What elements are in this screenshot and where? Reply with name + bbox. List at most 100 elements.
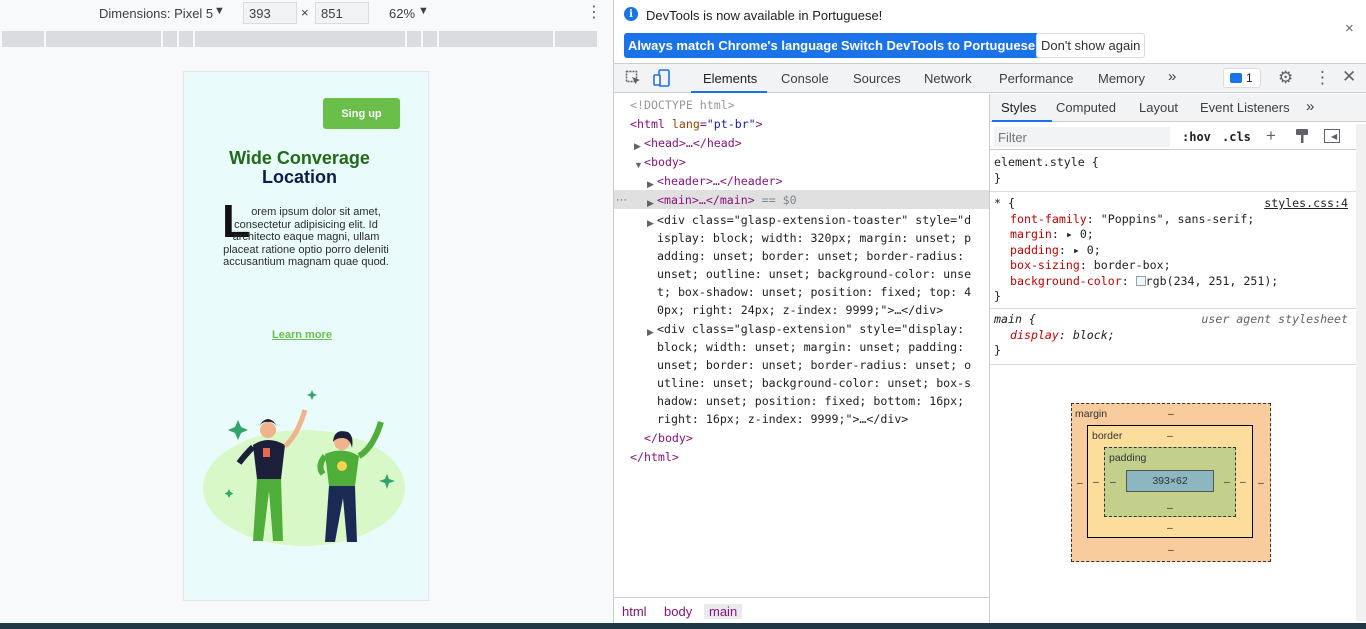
hero-paragraph-text: orem ipsum dolor sit amet, consectetur a… (223, 206, 389, 269)
class-toggle[interactable]: .cls (1222, 130, 1251, 144)
height-input[interactable]: 851 (315, 2, 369, 24)
tab-styles[interactable]: Styles (1001, 100, 1036, 115)
rule-divider (990, 308, 1366, 309)
media-segment[interactable] (423, 31, 437, 47)
styles-sidebar: Styles Computed Layout Event Listeners »… (989, 94, 1366, 623)
expand-triangle-icon[interactable]: ▶ (647, 175, 654, 193)
signup-button[interactable]: Sing up (323, 98, 400, 129)
media-segment[interactable] (179, 31, 193, 47)
breadcrumb-html[interactable]: html (622, 604, 647, 619)
tab-memory[interactable]: Memory (1098, 71, 1145, 86)
learn-more-link[interactable]: Learn more (184, 329, 420, 341)
tab-sources[interactable]: Sources (853, 71, 901, 86)
tab-console[interactable]: Console (781, 71, 829, 86)
device-toolbar-toggle-icon[interactable] (653, 69, 671, 87)
elements-tree[interactable]: ··· <!DOCTYPE html> <html lang="pt-br"> … (614, 94, 989, 597)
tab-layout[interactable]: Layout (1139, 100, 1178, 115)
issues-count: 1 (1246, 71, 1253, 85)
issues-badge[interactable]: 1 (1223, 68, 1261, 88)
zoom-select[interactable]: 62% (389, 6, 415, 21)
gear-icon[interactable]: ⚙ (1278, 68, 1293, 88)
tab-event-listeners[interactable]: Event Listeners (1200, 100, 1290, 115)
styles-filter-row: :hov .cls + ◀ (990, 124, 1366, 150)
media-segment[interactable] (407, 31, 421, 47)
expand-triangle-icon[interactable]: ▶ (634, 137, 641, 155)
close-icon[interactable]: × (1345, 20, 1354, 37)
more-tabs-chevron-icon[interactable]: » (1168, 68, 1176, 85)
devtools-tabbar: Elements Console Sources Network Perform… (614, 63, 1366, 93)
more-options-icon[interactable]: ⋮ (586, 2, 602, 22)
html-node[interactable]: <html lang="pt-br"> (630, 115, 763, 133)
people-waving-illustration (203, 390, 405, 546)
star-rule[interactable]: * { styles.css:4 font-family: "Poppins",… (994, 196, 1348, 305)
tab-network[interactable]: Network (924, 71, 972, 86)
more-subtabs-chevron-icon[interactable]: » (1306, 98, 1314, 115)
html-close-node[interactable]: </html> (630, 448, 679, 466)
tab-performance[interactable]: Performance (999, 71, 1073, 86)
tab-elements[interactable]: Elements (703, 71, 757, 86)
ua-stylesheet-label: user agent stylesheet (1201, 312, 1348, 326)
width-input[interactable]: 393 (243, 2, 297, 24)
device-emulation-pane: Dimensions: Pixel 5 ▼ 393 × 851 62% ▼ ⋮ … (0, 0, 613, 623)
media-segment[interactable] (439, 31, 553, 47)
toggle-sidebar-icon[interactable]: ◀ (1324, 129, 1340, 143)
breadcrumb-body[interactable]: body (664, 604, 692, 619)
expand-triangle-icon[interactable]: ▶ (647, 214, 654, 232)
box-model-content[interactable]: 393×62 (1126, 470, 1214, 492)
box-model-diagram[interactable]: margin – – – – border – – – – padding – … (1071, 403, 1271, 562)
media-segment[interactable] (555, 31, 597, 47)
body-close-node[interactable]: </body> (644, 429, 693, 447)
node-actions-icon[interactable]: ··· (616, 191, 627, 209)
more-options-icon[interactable]: ⋮ (1314, 68, 1331, 88)
styles-tabbar: Styles Computed Layout Event Listeners » (990, 94, 1366, 122)
media-segment[interactable] (2, 31, 44, 47)
breadcrumb-main[interactable]: main (704, 604, 743, 619)
devtools-panel: i DevTools is now available in Portugues… (613, 0, 1366, 623)
phone-viewport[interactable]: Sing up Wide Converage Location L orem i… (183, 71, 429, 601)
styles-filter-input[interactable] (994, 127, 1170, 147)
chevron-down-icon[interactable]: ▼ (418, 5, 429, 17)
active-subtab-indicator (992, 120, 1052, 122)
close-devtools-icon[interactable]: ✕ (1342, 67, 1356, 87)
info-icon: i (624, 7, 638, 21)
media-segment[interactable] (46, 31, 161, 47)
collapse-triangle-icon[interactable]: ▼ (634, 156, 643, 174)
chevron-down-icon[interactable]: ▼ (214, 5, 225, 17)
message-icon (1230, 73, 1242, 83)
inspect-element-icon[interactable] (625, 70, 641, 86)
doctype-node[interactable]: <!DOCTYPE html> (630, 96, 735, 114)
expand-triangle-icon[interactable]: ▶ (647, 323, 654, 341)
header-node[interactable]: <header>…</header> (657, 172, 783, 190)
tab-computed[interactable]: Computed (1056, 100, 1116, 115)
main-ua-rule[interactable]: main { user agent stylesheet display: bl… (994, 312, 1348, 359)
switch-language-button[interactable]: Switch DevTools to Portuguese (837, 33, 1040, 58)
body-node[interactable]: <body> (644, 153, 686, 171)
hero-title-line2: Location (262, 167, 337, 187)
color-swatch[interactable] (1135, 275, 1146, 286)
paintbrush-icon[interactable] (1295, 128, 1309, 144)
language-infobar: i DevTools is now available in Portugues… (614, 0, 1366, 62)
device-select[interactable]: Dimensions: Pixel 5 (99, 6, 213, 21)
hero-paragraph: orem ipsum dolor sit amet, consectetur a… (216, 206, 396, 269)
rule-divider (990, 364, 1366, 365)
stylesheet-link[interactable]: styles.css:4 (1264, 196, 1348, 212)
scrollbar[interactable] (1356, 124, 1366, 621)
element-style-rule[interactable]: element.style { } (994, 155, 1348, 186)
infobar-message: DevTools is now available in Portuguese! (646, 8, 883, 23)
main-node[interactable]: <main>…</main> == $0 (657, 191, 797, 209)
expand-triangle-icon[interactable]: ▶ (647, 194, 654, 212)
hover-state-toggle[interactable]: :hov (1182, 130, 1211, 144)
dont-show-again-button[interactable]: Don't show again (1036, 33, 1146, 58)
device-toolbar: Dimensions: Pixel 5 ▼ 393 × 851 62% ▼ ⋮ (0, 0, 613, 28)
breadcrumb: html body main (614, 597, 989, 623)
media-segment[interactable] (163, 31, 177, 47)
hero-title-line1: Wide Converage (229, 148, 370, 168)
times-label: × (301, 5, 309, 20)
head-node[interactable]: <head>…</head> (644, 134, 742, 152)
media-segment[interactable] (195, 31, 405, 47)
match-language-button[interactable]: Always match Chrome's language (624, 33, 843, 58)
illustration-blob (203, 430, 405, 546)
media-query-bar[interactable] (2, 31, 611, 47)
new-rule-plus-icon[interactable]: + (1266, 126, 1276, 146)
hero-title: Wide Converage Location (184, 149, 415, 187)
